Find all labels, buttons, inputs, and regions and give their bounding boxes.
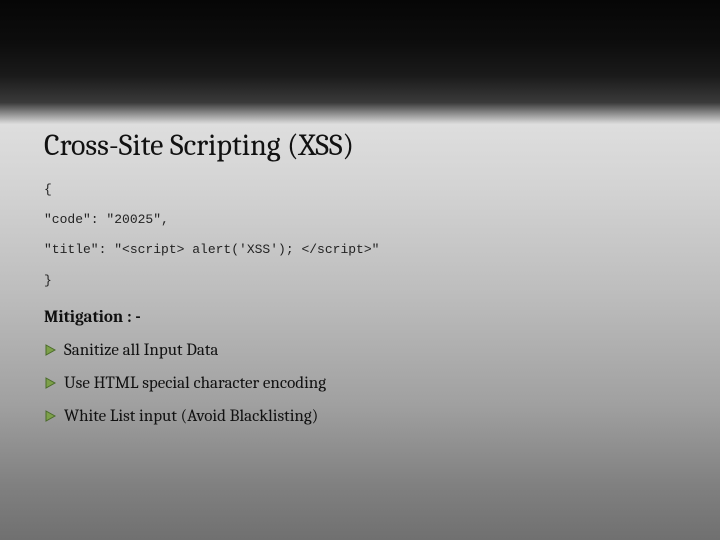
list-item-label: White List input (Avoid Blacklisting) [64, 407, 318, 426]
slide: Cross-Site Scripting (XSS) { "code": "20… [0, 0, 720, 426]
triangle-right-icon [44, 410, 56, 422]
list-item: Sanitize all Input Data [44, 341, 680, 360]
code-line-close: } [44, 272, 680, 290]
list-item: White List input (Avoid Blacklisting) [44, 407, 680, 426]
slide-title: Cross-Site Scripting (XSS) [44, 128, 680, 163]
triangle-right-icon [44, 377, 56, 389]
code-line-2: "title": "<script> alert('XSS'); </scrip… [44, 241, 680, 259]
code-line-1: "code": "20025", [44, 211, 680, 229]
code-line-open: { [44, 181, 680, 199]
mitigation-heading: Mitigation : - [44, 308, 680, 327]
mitigation-list: Sanitize all Input Data Use HTML special… [44, 341, 680, 426]
list-item: Use HTML special character encoding [44, 374, 680, 393]
list-item-label: Use HTML special character encoding [64, 374, 326, 393]
triangle-right-icon [44, 344, 56, 356]
list-item-label: Sanitize all Input Data [64, 341, 218, 360]
code-block: { "code": "20025", "title": "<script> al… [44, 181, 680, 290]
